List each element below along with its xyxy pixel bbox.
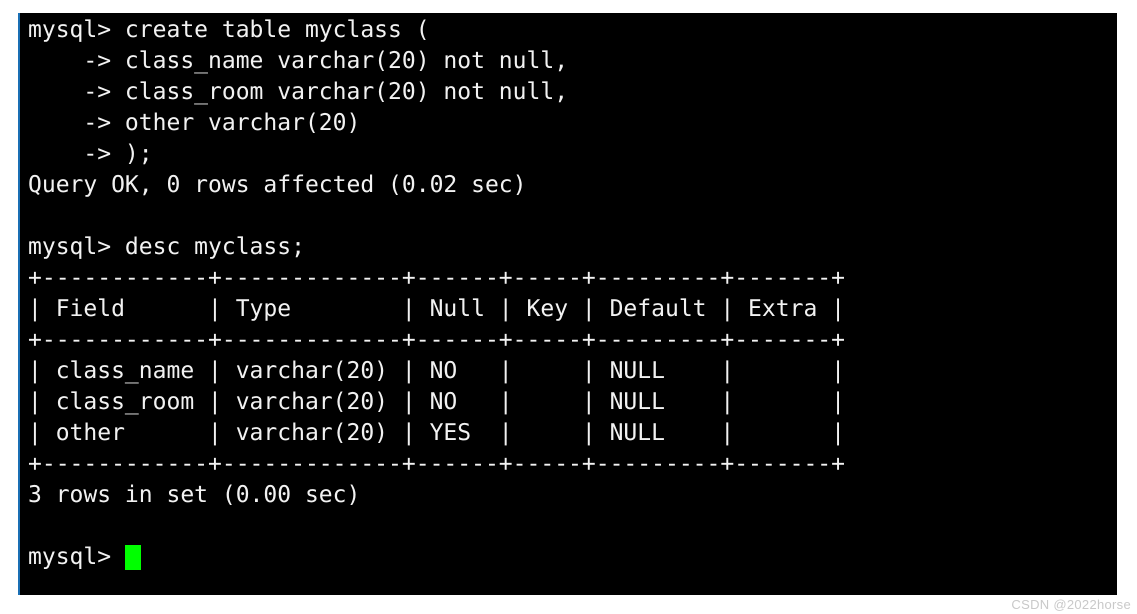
terminal-line-blank-2	[28, 511, 1117, 542]
terminal-line-col-other: -> other varchar(20)	[28, 110, 361, 136]
terminal-line-create-end: -> );	[28, 141, 153, 167]
terminal-prompt-line[interactable]: mysql>	[28, 542, 1117, 573]
terminal-line-create-start: mysql> create table myclass (	[28, 17, 430, 43]
terminal-line-desc-command: mysql> desc myclass;	[28, 234, 305, 260]
prompt-label: mysql>	[28, 544, 125, 570]
screenshot-root: mysql> create table myclass ( -> class_n…	[0, 0, 1137, 614]
terminal-line-col-class-room: -> class_room varchar(20) not null,	[28, 79, 569, 105]
terminal-output[interactable]: mysql> create table myclass ( -> class_n…	[28, 15, 1117, 595]
terminal-line-query-ok: Query OK, 0 rows affected (0.02 sec)	[28, 172, 527, 198]
watermark-label: CSDN @2022horse	[1011, 597, 1131, 612]
terminal-table-rule-bottom: +------------+-------------+------+-----…	[28, 451, 845, 477]
terminal-line-col-class-name: -> class_name varchar(20) not null,	[28, 48, 569, 74]
terminal-line-rows-in-set: 3 rows in set (0.00 sec)	[28, 482, 361, 508]
block-cursor-icon	[124, 545, 141, 570]
table-row: | class_room | varchar(20) | NO | | NULL…	[28, 389, 845, 415]
table-row: | class_name | varchar(20) | NO | | NULL…	[28, 358, 845, 384]
terminal-table-rule-top: +------------+-------------+------+-----…	[28, 265, 845, 291]
terminal-line-blank-1	[28, 201, 1117, 232]
terminal-window[interactable]: mysql> create table myclass ( -> class_n…	[18, 13, 1117, 595]
terminal-table-rule-middle: +------------+-------------+------+-----…	[28, 327, 845, 353]
terminal-table-header-row: | Field | Type | Null | Key | Default | …	[28, 296, 845, 322]
table-row: | other | varchar(20) | YES | | NULL | |	[28, 420, 845, 446]
